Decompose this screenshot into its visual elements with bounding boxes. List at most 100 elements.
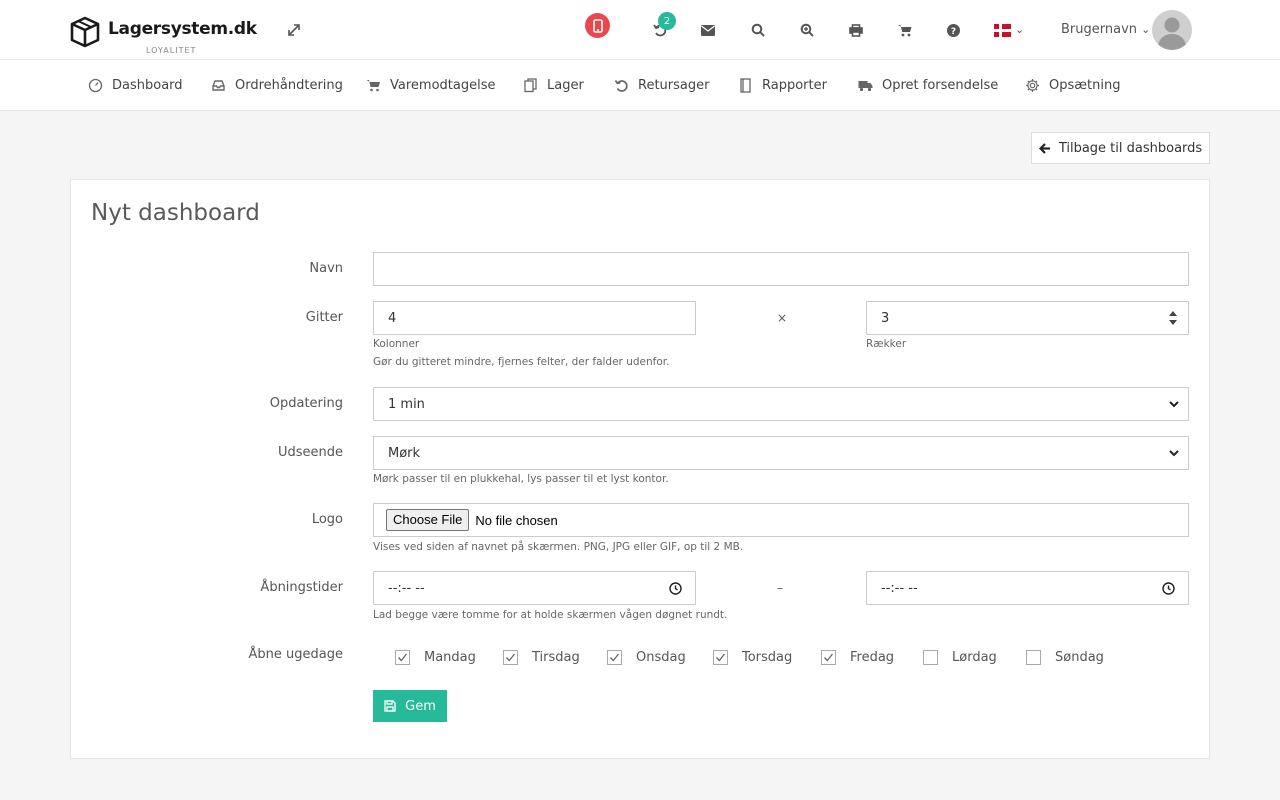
spinner-icon[interactable] — [1168, 309, 1178, 327]
expand-icon[interactable] — [286, 22, 302, 38]
name-input[interactable] — [373, 252, 1189, 286]
clock-icon[interactable] — [1162, 582, 1175, 595]
cart-icon — [898, 24, 912, 36]
nav-label: Rapporter — [762, 78, 827, 93]
envelope-icon — [701, 24, 715, 36]
nav-item-opsaetning[interactable]: Opsætning — [1025, 60, 1120, 111]
grid-hint: Gør du gitteret mindre, fjernes felter, … — [373, 356, 670, 368]
check-icon — [610, 653, 620, 661]
weekday-label: Fredag — [850, 649, 895, 665]
cart-button[interactable] — [895, 20, 915, 40]
logo-hint: Vises ved siden af navnet på skærmen. PN… — [373, 541, 744, 553]
floppy-disk-icon — [384, 700, 396, 712]
chevron-down-icon[interactable]: ⌄ — [1015, 23, 1024, 36]
logo-file-input[interactable]: Choose File No file chosen — [373, 503, 1189, 537]
search-icon — [751, 23, 765, 37]
notification-count-badge: 2 — [658, 12, 676, 30]
username-menu[interactable]: Brugernavn ⌄ — [1061, 22, 1150, 37]
nav-label: Dashboard — [112, 78, 183, 93]
grid-columns-value: 4 — [388, 310, 397, 326]
checkbox[interactable] — [713, 649, 728, 665]
nav-item-rapporter[interactable]: Rapporter — [738, 60, 827, 111]
user-avatar-icon — [1157, 17, 1187, 50]
undo-icon — [614, 80, 628, 92]
weekday-label: Lørdag — [952, 649, 997, 665]
gear-icon — [1026, 79, 1039, 92]
book-icon — [740, 78, 751, 93]
appearance-value: Mørk — [388, 445, 421, 461]
nav-item-varemodtagelse[interactable]: Varemodtagelse — [366, 60, 495, 111]
hours-from-input[interactable]: --:-- -- — [373, 571, 696, 605]
search-button[interactable] — [748, 20, 768, 40]
new-dashboard-panel: Nyt dashboard Navn Gitter 4 × 3 Kolonner… — [70, 179, 1210, 759]
print-icon — [849, 23, 863, 37]
nav-item-ordrehandtering[interactable]: Ordrehåndtering — [211, 60, 343, 111]
weekday-checkbox-torsdag[interactable]: Torsdag — [713, 648, 792, 666]
top-bar: Lagersystem.dk LOYALITET 2 ? ⌄ Brugernav… — [0, 0, 1280, 60]
weekday-checkbox-mandag[interactable]: Mandag — [395, 648, 476, 666]
nav-label: Opret forsendelse — [882, 78, 999, 93]
brand-tagline: LOYALITET — [146, 46, 197, 55]
weekday-label: Mandag — [424, 649, 476, 665]
mail-button[interactable] — [698, 20, 718, 40]
main-nav: Dashboard Ordrehåndtering Varemodtagelse… — [0, 60, 1280, 111]
svg-text:?: ? — [950, 27, 955, 37]
back-to-dashboards-button[interactable]: Tilbage til dashboards — [1031, 132, 1210, 164]
weekdays-label: Åbne ugedage — [248, 647, 343, 662]
checkbox[interactable] — [923, 649, 938, 665]
checkbox[interactable] — [503, 649, 518, 665]
nav-label: Opsætning — [1049, 78, 1121, 93]
nav-label: Lager — [547, 78, 584, 93]
weekday-label: Onsdag — [636, 649, 686, 665]
appearance-select[interactable]: Mørk — [373, 436, 1189, 470]
grid-rows-caption: Rækker — [866, 338, 907, 350]
print-button[interactable] — [846, 20, 866, 40]
hours-hint: Lad begge være tomme for at holde skærme… — [373, 609, 728, 621]
mobile-alert-button[interactable] — [585, 13, 610, 38]
zoom-in-button[interactable] — [797, 20, 817, 40]
grid-label: Gitter — [305, 310, 343, 325]
nav-item-dashboard[interactable]: Dashboard — [88, 60, 183, 111]
help-button[interactable]: ? — [943, 20, 963, 40]
choose-file-button[interactable]: Choose File — [386, 509, 470, 531]
weekday-checkbox-lordag[interactable]: Lørdag — [923, 648, 997, 666]
checkbox[interactable] — [395, 649, 410, 665]
hours-to-input[interactable]: --:-- -- — [866, 571, 1189, 605]
check-icon — [716, 653, 726, 661]
weekday-checkbox-fredag[interactable]: Fredag — [821, 648, 894, 666]
hours-to-value: --:-- -- — [881, 580, 918, 596]
weekday-label: Søndag — [1055, 649, 1104, 665]
save-button-label: Gem — [405, 698, 436, 714]
chevron-down-icon: ⌄ — [1141, 23, 1151, 36]
refresh-select[interactable]: 1 min — [373, 387, 1189, 421]
checkbox[interactable] — [1026, 649, 1041, 665]
check-icon — [398, 653, 408, 661]
inbox-icon — [212, 80, 225, 91]
weekday-checkbox-tirsdag[interactable]: Tirsdag — [503, 648, 580, 666]
grid-rows-value: 3 — [881, 310, 890, 326]
save-button[interactable]: Gem — [373, 690, 447, 722]
appearance-hint: Mørk passer til en plukkehal, lys passer… — [373, 473, 669, 485]
grid-columns-input[interactable]: 4 — [373, 301, 696, 335]
refresh-label: Opdatering — [269, 396, 343, 411]
page-title: Nyt dashboard — [91, 200, 260, 226]
hours-separator: – — [777, 581, 783, 595]
weekday-checkbox-onsdag[interactable]: Onsdag — [607, 648, 686, 666]
avatar[interactable] — [1152, 10, 1192, 50]
grid-rows-input[interactable]: 3 — [866, 301, 1189, 335]
name-label: Navn — [309, 261, 343, 276]
weekday-checkbox-sondag[interactable]: Søndag — [1026, 648, 1104, 666]
nav-item-opret-forsendelse[interactable]: Opret forsendelse — [858, 60, 998, 111]
truck-icon — [858, 81, 873, 92]
nav-item-lager[interactable]: Lager — [523, 60, 584, 111]
checkbox[interactable] — [607, 649, 622, 665]
refresh-value: 1 min — [388, 396, 425, 412]
flag-dk-icon[interactable] — [994, 24, 1011, 37]
clock-icon[interactable] — [669, 582, 682, 595]
checkbox[interactable] — [821, 649, 836, 665]
nav-item-retursager[interactable]: Retursager — [614, 60, 709, 111]
help-icon: ? — [946, 23, 960, 37]
hours-from-value: --:-- -- — [388, 580, 425, 596]
nav-label: Retursager — [638, 78, 710, 93]
cart-icon — [366, 80, 380, 92]
